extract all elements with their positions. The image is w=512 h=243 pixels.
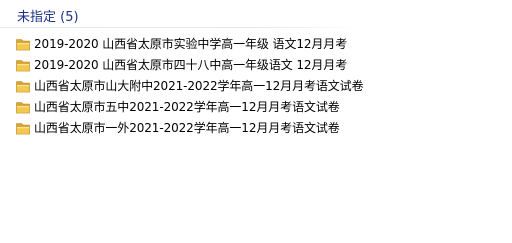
- file-item[interactable]: 2019-2020 山西省太原市实验中学高一年级 语文12月月考: [15, 34, 363, 54]
- file-list: 2019-2020 山西省太原市实验中学高一年级 语文12月月考 2019-20…: [15, 34, 364, 139]
- folder-icon: [16, 102, 30, 114]
- file-name: 山西省太原市一外2021-2022学年高一12月月考语文试卷: [34, 121, 340, 135]
- file-name: 2019-2020 山西省太原市实验中学高一年级 语文12月月考: [34, 37, 348, 51]
- folder-icon: [16, 60, 30, 72]
- file-name: 山西省太原市五中2021-2022学年高一12月月考语文试卷: [34, 100, 340, 114]
- folder-icon: [16, 123, 30, 135]
- file-name: 山西省太原市山大附中2021-2022学年高一12月月考语文试卷: [34, 79, 364, 93]
- folder-icon: [16, 39, 30, 51]
- group-header-unspecified[interactable]: 未指定 (5): [17, 8, 79, 28]
- file-item[interactable]: 山西省太原市五中2021-2022学年高一12月月考语文试卷: [15, 97, 363, 117]
- file-name: 2019-2020 山西省太原市四十八中高一年级语文 12月月考: [34, 58, 348, 72]
- group-divider: [0, 27, 358, 28]
- file-item[interactable]: 山西省太原市一外2021-2022学年高一12月月考语文试卷: [15, 118, 363, 138]
- group-title: 未指定 (5): [17, 10, 79, 25]
- file-item[interactable]: 山西省太原市山大附中2021-2022学年高一12月月考语文试卷: [15, 76, 364, 96]
- folder-icon: [16, 81, 30, 93]
- file-item[interactable]: 2019-2020 山西省太原市四十八中高一年级语文 12月月考: [15, 55, 363, 75]
